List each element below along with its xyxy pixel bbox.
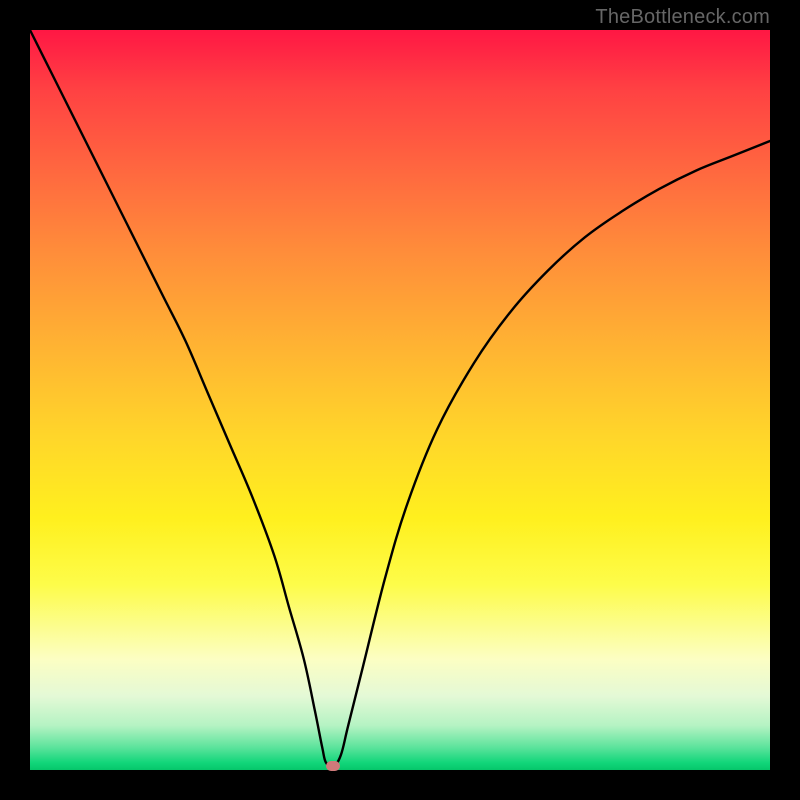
curve-svg [30,30,770,770]
bottleneck-curve [30,30,770,767]
chart-container: TheBottleneck.com [0,0,800,800]
optimal-point-marker [326,761,340,771]
plot-area [30,30,770,770]
watermark-text: TheBottleneck.com [595,6,770,29]
